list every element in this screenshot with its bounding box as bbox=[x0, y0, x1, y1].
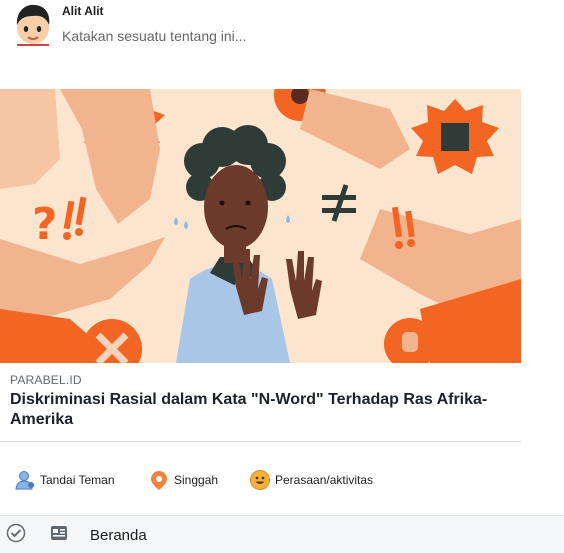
link-domain: PARABEL.ID bbox=[10, 373, 82, 387]
post-text-input[interactable]: Katakan sesuatu tentang ini... bbox=[62, 28, 246, 44]
post-composer: Alit Alit Katakan sesuatu tentang ini... bbox=[0, 0, 564, 80]
smiley-icon bbox=[249, 469, 271, 491]
link-preview-meta[interactable]: PARABEL.ID Diskriminasi Rasial dalam Kat… bbox=[0, 363, 521, 442]
feeling-label: Perasaan/aktivitas bbox=[275, 473, 374, 487]
user-avatar[interactable] bbox=[10, 1, 56, 47]
svg-text:?: ? bbox=[32, 199, 58, 250]
link-preview-card[interactable]: ? PARABEL.ID Diskriminasi Rasial dalam K… bbox=[0, 89, 521, 442]
location-pin-icon bbox=[148, 469, 170, 491]
bottom-bar: Beranda bbox=[0, 515, 564, 553]
feeling-button[interactable]: Perasaan/aktivitas bbox=[249, 465, 373, 495]
tag-friend-label: Tandai Teman bbox=[40, 473, 115, 487]
privacy-icon bbox=[6, 523, 26, 548]
link-preview-image[interactable]: ? bbox=[0, 89, 521, 363]
user-name: Alit Alit bbox=[62, 4, 104, 18]
tag-friend-icon bbox=[14, 469, 36, 491]
composer-actions: Tandai Teman Singgah Perasaan/aktivitas bbox=[0, 465, 564, 495]
tag-friend-button[interactable]: Tandai Teman bbox=[14, 465, 115, 495]
checkin-label: Singgah bbox=[174, 473, 219, 487]
audience-label[interactable]: Beranda bbox=[90, 527, 147, 544]
privacy-button[interactable] bbox=[6, 523, 26, 548]
checkin-button[interactable]: Singgah bbox=[148, 465, 218, 495]
newsfeed-button[interactable] bbox=[50, 524, 68, 546]
newsfeed-icon bbox=[50, 524, 68, 547]
link-title[interactable]: Diskriminasi Rasial dalam Kata "N-Word" … bbox=[10, 390, 510, 430]
